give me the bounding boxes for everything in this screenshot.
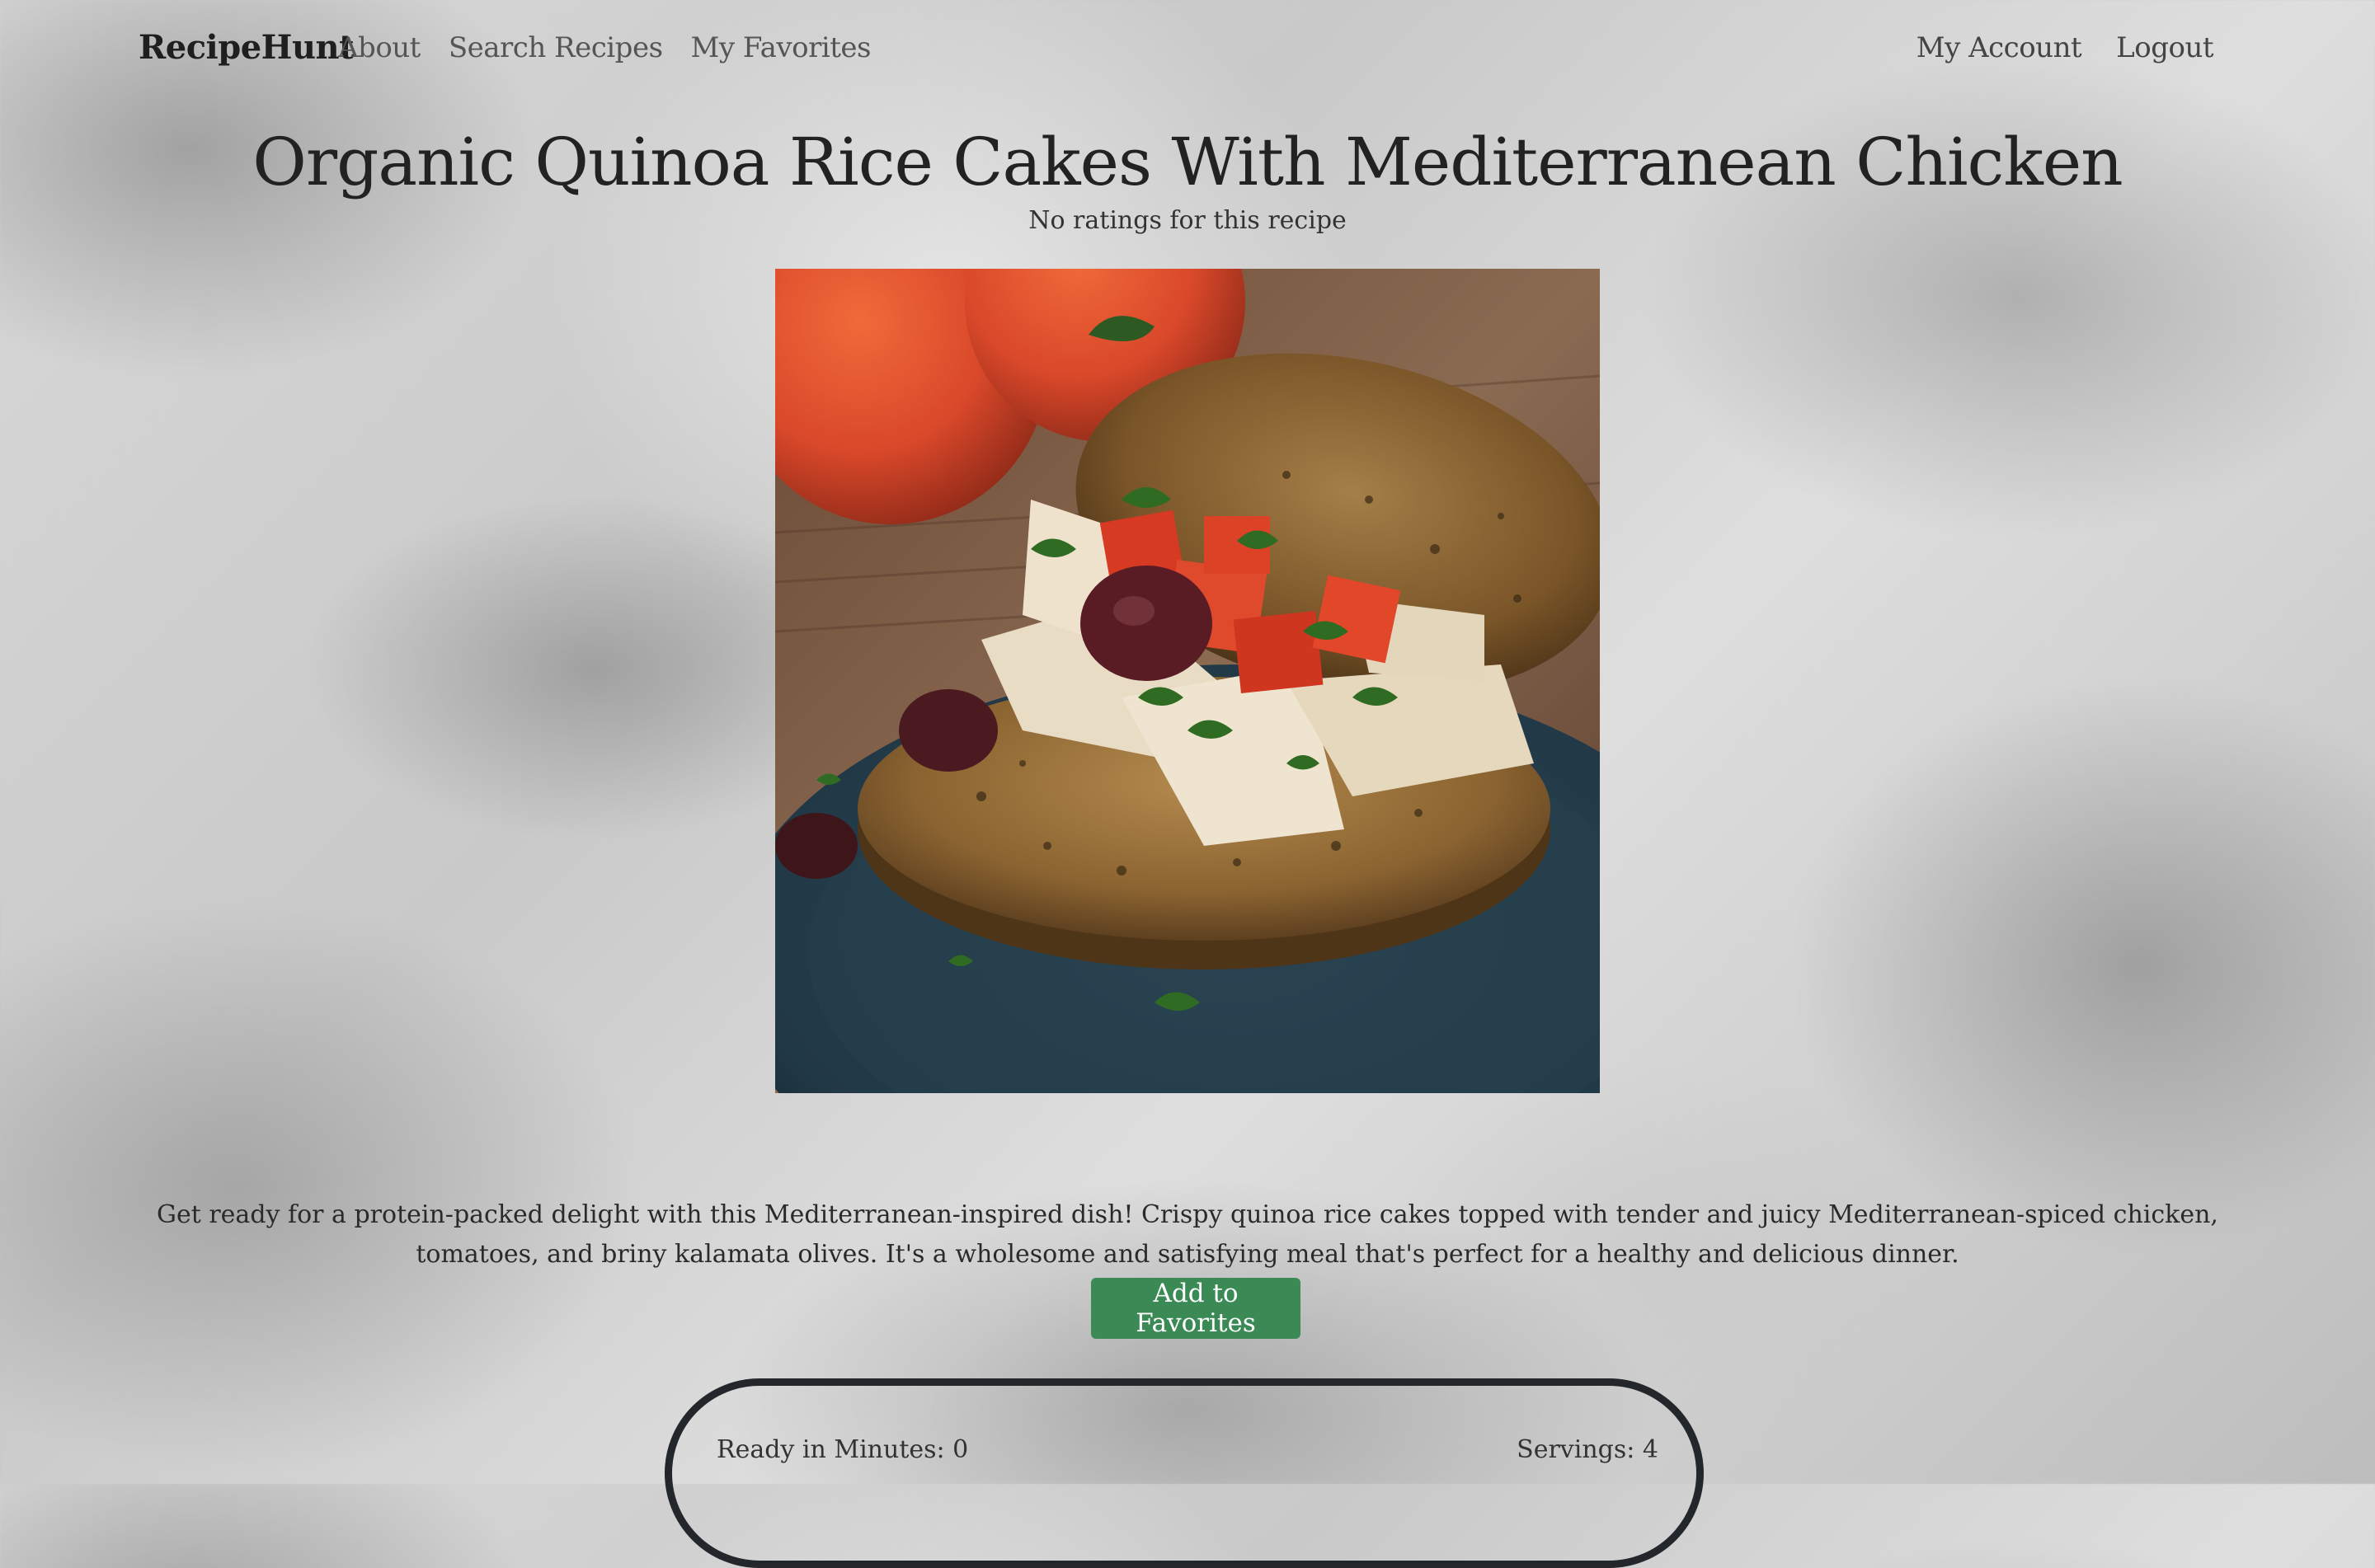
recipe-title: Organic Quinoa Rice Cakes With Mediterra…	[252, 124, 2123, 200]
nav-link-about[interactable]: About	[338, 31, 421, 64]
rating-text: No ratings for this recipe	[1028, 206, 1347, 235]
nav-link-my-account[interactable]: My Account	[1916, 31, 2082, 64]
recipe-description: Get ready for a protein-packed delight w…	[157, 1200, 2218, 1269]
nav-link-my-favorites[interactable]: My Favorites	[691, 31, 872, 64]
nav-right-links: My Account Logout	[1916, 31, 2214, 64]
nav-link-logout[interactable]: Logout	[2116, 31, 2213, 64]
ready-in-minutes-text: Ready in Minutes: 0	[717, 1435, 969, 1464]
recipe-photo	[775, 269, 1600, 1093]
add-to-favorites-button[interactable]: Add to Favorites	[1091, 1278, 1300, 1339]
top-navbar: RecipeHunt About Search Recipes My Favor…	[0, 0, 2375, 99]
brand-logo-link[interactable]: RecipeHunt	[139, 28, 355, 67]
nav-left-links: About Search Recipes My Favorites	[338, 31, 871, 64]
nav-link-search-recipes[interactable]: Search Recipes	[449, 31, 663, 64]
servings-text: Servings: 4	[1517, 1435, 1658, 1464]
recipe-info-panel: Ready in Minutes: 0 Servings: 4	[665, 1378, 1704, 1568]
